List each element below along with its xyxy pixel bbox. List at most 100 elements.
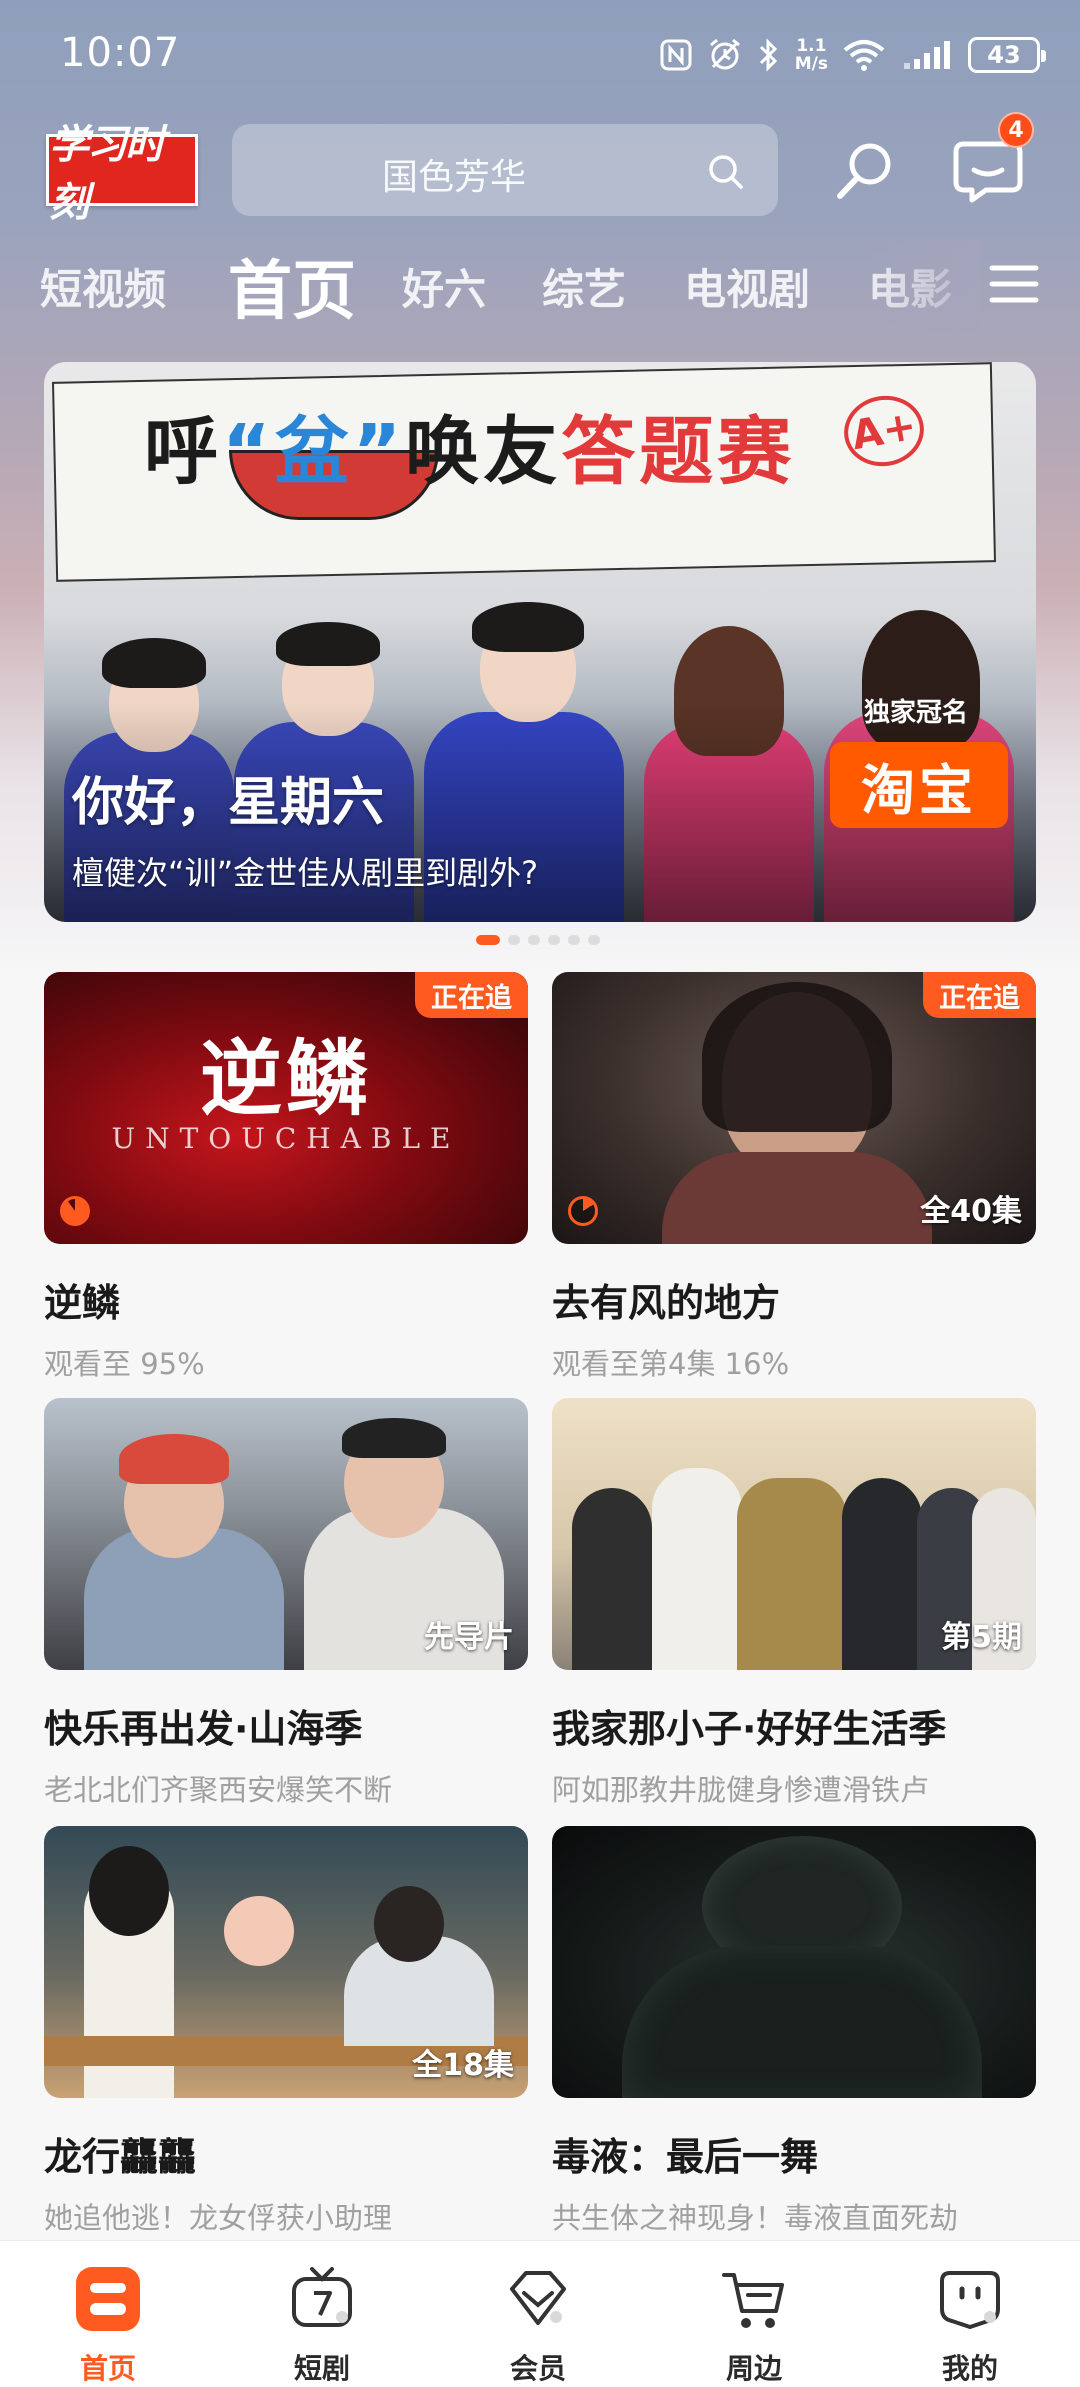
status-bar: 10:07 1.1 M/s 43 [0, 0, 1080, 110]
card-title: 去有风的地方 [552, 1281, 781, 1325]
app-logo[interactable]: 学习时刻 [46, 122, 198, 226]
host-hair-1 [119, 1434, 229, 1484]
pagination-dot[interactable] [508, 935, 520, 945]
content-card[interactable]: 逆鳞 UNTOUCHABLE 正在追 逆鳞 观看至 95% [44, 972, 528, 1383]
nav-vip[interactable]: 会员 [478, 2265, 598, 2387]
tab-home[interactable]: 首页 [228, 240, 356, 332]
message-count-badge: 4 [998, 112, 1034, 148]
card-title: 快乐再出发·山海季 [44, 1707, 363, 1751]
card-title: 龙行龘龘 [44, 2135, 197, 2179]
net-speed-unit: M/s [794, 54, 828, 74]
nav-label: 我的 [941, 2352, 998, 2385]
net-speed-value: 1.1 [796, 36, 827, 56]
banner-poster-title: 呼“盆”唤友答题赛 [144, 392, 795, 499]
nav-merch[interactable]: 周边 [694, 2265, 814, 2387]
net-speed: 1.1 M/s [795, 37, 828, 73]
card-subtitle: 老北北们齐聚西安爆笑不断 [44, 1773, 393, 1807]
banner-headline: 你好，星期六 [72, 773, 385, 833]
card-thumbnail: 第5期 [552, 1398, 1036, 1670]
card-title: 我家那小子·好好生活季 [552, 1707, 947, 1751]
tabs-fade [860, 240, 980, 330]
banner-subtitle: 檀健次“训”金世佳从剧里到剧外? [72, 854, 539, 892]
episode-label: 第5期 [941, 1620, 1022, 1655]
content-card[interactable]: 正在追 全40集 去有风的地方 观看至第4集 16% [552, 972, 1036, 1383]
lamp-decoration [224, 1896, 294, 1966]
banner-title-part-2: “盆” [222, 409, 406, 495]
content-card[interactable]: 全18集 龙行龘龘 她追他逃！龙女俘获小助理 [44, 1826, 528, 2237]
card-subtitle: 共生体之神现身！毒液直面死劫 [552, 2201, 959, 2235]
actor-head [374, 1886, 444, 1962]
signal-icon [900, 37, 954, 73]
card-title: 毒液：最后一舞 [552, 2135, 819, 2179]
featured-banner[interactable]: 呼“盆”唤友答题赛 A+ 独家冠名 淘宝 你好，星期六 檀健次“训”金世佳从剧里… [44, 362, 1036, 922]
banner-title-part-1: 呼 [144, 409, 222, 495]
vip-icon [510, 2271, 566, 2325]
nav-label: 短剧 [293, 2352, 350, 2385]
cast-figure [572, 1488, 652, 1670]
nfc-icon [659, 38, 693, 72]
alarm-icon [707, 37, 743, 73]
card-title: 逆鳞 [44, 1281, 121, 1325]
nav-label: 周边 [725, 2352, 782, 2385]
app-logo-text: 学习时刻 [49, 122, 165, 226]
search-placeholder: 国色芳华 [382, 157, 527, 198]
cast-figure [652, 1468, 742, 1670]
nav-profile[interactable]: 我的 [910, 2265, 1030, 2387]
following-badge: 正在追 [415, 972, 528, 1018]
poster-subtitle: UNTOUCHABLE [111, 1122, 461, 1155]
venom-body [622, 1946, 982, 2098]
magnifier-icon[interactable] [830, 136, 900, 206]
search-icon [709, 155, 743, 189]
content-card[interactable]: 先导片 快乐再出发·山海季 老北北们齐聚西安爆笑不断 [44, 1398, 528, 1809]
pagination-dot[interactable] [548, 935, 560, 945]
card-thumbnail: 逆鳞 UNTOUCHABLE 正在追 [44, 972, 528, 1244]
content-card[interactable]: 第5期 我家那小子·好好生活季 阿如那教井胧健身惨遭滑铁卢 [552, 1398, 1036, 1809]
status-time: 10:07 [60, 30, 181, 76]
content-card[interactable]: 毒液：最后一舞 共生体之神现身！毒液直面死劫 [552, 1826, 1036, 2237]
card-thumbnail: 正在追 全40集 [552, 972, 1036, 1244]
episode-count: 全40集 [920, 1194, 1022, 1229]
tab-tv-series[interactable]: 电视剧 [684, 256, 810, 317]
episode-count: 全18集 [412, 2048, 514, 2083]
host-hair-2 [342, 1418, 446, 1458]
card-subtitle: 观看至第4集 16% [552, 1347, 790, 1381]
cast-figure [842, 1478, 922, 1670]
watch-progress-icon [60, 1196, 90, 1226]
actress-hair [702, 982, 892, 1132]
cast-figure [737, 1478, 847, 1670]
watch-progress-icon [568, 1196, 598, 1226]
card-subtitle: 观看至 95% [44, 1347, 205, 1381]
pagination-dot[interactable] [568, 935, 580, 945]
status-icons: 1.1 M/s 43 [659, 30, 1046, 80]
actress-body [662, 1152, 932, 1244]
pagination-dot[interactable] [588, 935, 600, 945]
episode-label: 先导片 [424, 1620, 514, 1655]
menu-icon[interactable] [986, 256, 1042, 312]
poster-title: 逆鳞 [199, 1031, 372, 1127]
card-thumbnail: 全18集 [44, 1826, 528, 2098]
tab-haoliu[interactable]: 好六 [402, 256, 486, 317]
nav-short-drama[interactable]: 短剧 [262, 2265, 382, 2387]
battery-level: 43 [987, 41, 1021, 69]
wifi-icon [842, 37, 886, 73]
pagination-dot-active[interactable] [476, 935, 500, 945]
sponsor-logo: 淘宝 [830, 742, 1008, 828]
sponsor-label: 独家冠名 [864, 698, 969, 728]
banner-title-part-3: 唤友 [405, 409, 562, 495]
nav-home[interactable]: 首页 [48, 2265, 168, 2387]
bluetooth-icon [757, 37, 781, 73]
banner-title-part-4: 答题赛 [561, 409, 796, 495]
card-thumbnail: 先导片 [44, 1398, 528, 1670]
tab-variety[interactable]: 综艺 [542, 256, 626, 317]
nav-label: 会员 [509, 2352, 566, 2385]
card-subtitle: 她追他逃！龙女俘获小助理 [44, 2201, 393, 2235]
card-subtitle: 阿如那教井胧健身惨遭滑铁卢 [552, 1773, 930, 1807]
cart-icon [722, 2273, 784, 2328]
tv-icon [292, 2267, 352, 2327]
home-icon [76, 2267, 140, 2331]
channel-tabs: 短视频 首页 好六 综艺 电视剧 电影 [0, 240, 1080, 330]
tab-short-video[interactable]: 短视频 [40, 256, 166, 317]
nav-label: 首页 [79, 2352, 136, 2385]
search-bar[interactable]: 国色芳华 [232, 124, 778, 216]
pagination-dot[interactable] [528, 935, 540, 945]
